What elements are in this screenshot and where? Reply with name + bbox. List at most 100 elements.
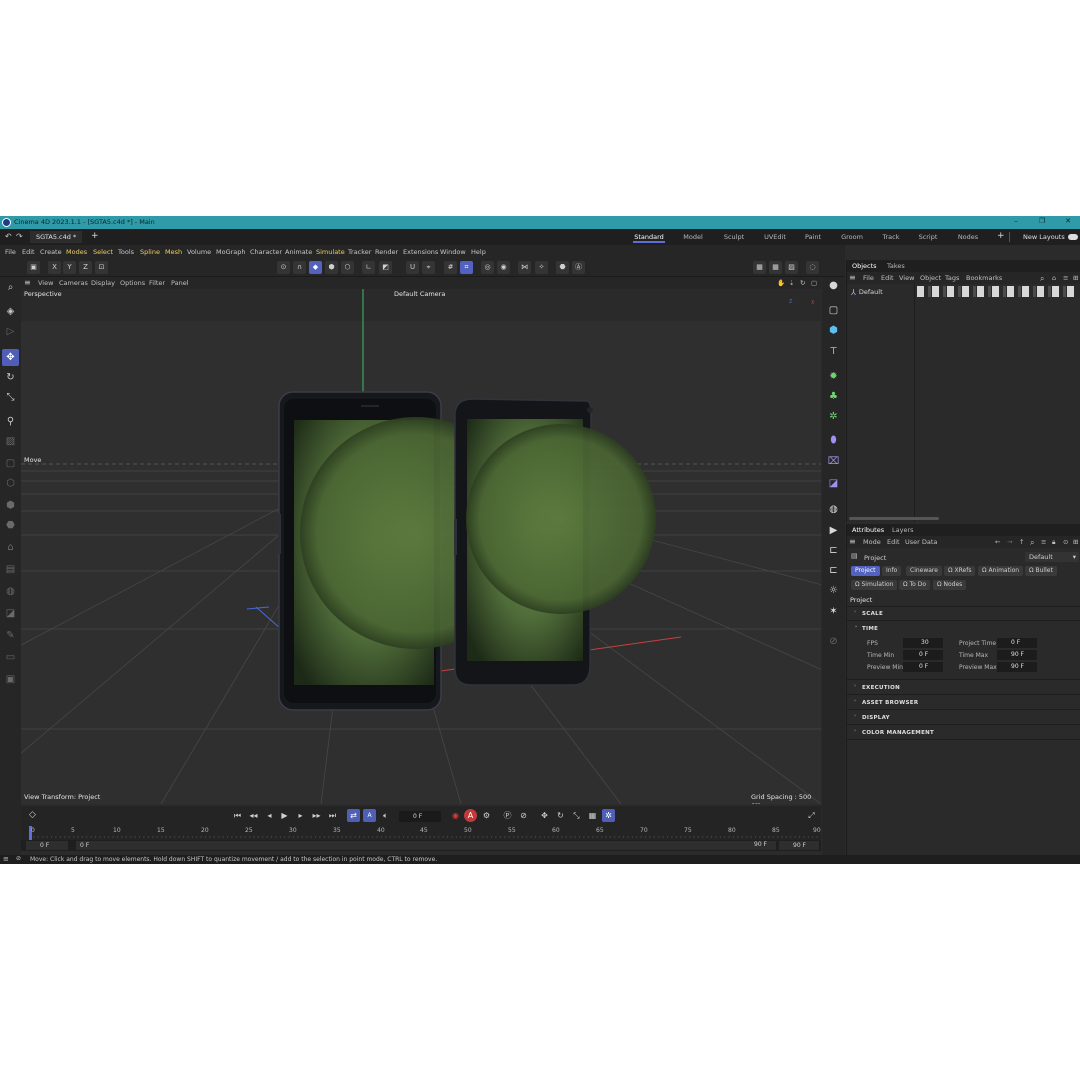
go-to-end-icon[interactable]: ⏭ — [326, 809, 339, 822]
bend-deformer-icon[interactable]: ⌧ — [825, 453, 842, 470]
new-layouts-toggle[interactable] — [1068, 234, 1078, 240]
viewport-camera[interactable]: Default Camera — [394, 290, 445, 298]
chevron-right-icon[interactable]: › — [854, 683, 856, 689]
camera-target-icon[interactable]: ⊏ — [825, 542, 842, 559]
y-axis-button[interactable]: Y — [63, 261, 76, 274]
menu-animate[interactable]: Animate — [285, 248, 312, 256]
section-color-management[interactable]: COLOR MANAGEMENT — [862, 730, 934, 736]
object-row-default[interactable]: ⅄ Default — [851, 287, 883, 297]
menu-file[interactable]: File — [5, 248, 16, 256]
stage-camera-icon[interactable]: ⊏ — [825, 562, 842, 579]
viewport-menu-options[interactable]: Options — [120, 279, 145, 287]
x-axis-button[interactable]: X — [48, 261, 61, 274]
viewport-menu-filter[interactable]: Filter — [149, 279, 165, 287]
attributes-menu-mode[interactable]: Mode — [863, 538, 881, 546]
menu-tracker[interactable]: Tracker — [348, 248, 371, 256]
uv-mode-icon[interactable]: ⬡ — [341, 261, 354, 274]
attributes-filter-icon[interactable]: ≡ — [1041, 538, 1046, 546]
search-icon[interactable]: ⌕ — [2, 279, 19, 296]
preview-min-field[interactable]: 0 F — [903, 662, 943, 672]
tab-xrefs[interactable]: Ω XRefs — [944, 566, 976, 576]
menu-spline[interactable]: Spline — [140, 248, 160, 256]
objects-menu-file[interactable]: File — [863, 274, 874, 282]
paint-tool-icon[interactable]: ◪ — [2, 605, 19, 622]
move-tool-icon[interactable]: ✥ — [2, 349, 19, 366]
spline-tool-icon[interactable]: ▭ — [2, 649, 19, 666]
attributes-menu-hamburger-icon[interactable]: ≡ — [849, 537, 856, 546]
objects-expand-icon[interactable]: ⊞ — [1073, 274, 1078, 282]
attributes-settings-icon[interactable]: ⊙ — [1063, 538, 1068, 546]
knife-tool-icon[interactable]: ⬡ — [2, 475, 19, 492]
tab-bullet[interactable]: Ω Bullet — [1025, 566, 1057, 576]
menu-create[interactable]: Create — [40, 248, 62, 256]
cloner-icon[interactable]: ♣ — [825, 388, 842, 405]
menu-help[interactable]: Help — [471, 248, 486, 256]
ffd-deformer-icon[interactable]: ◪ — [825, 475, 842, 492]
next-frame-icon[interactable]: ▸ — [294, 809, 307, 822]
viewport-maximize-icon[interactable]: ▢ — [811, 279, 817, 287]
magnet-snap-icon[interactable]: U — [406, 261, 419, 274]
section-display[interactable]: DISPLAY — [862, 715, 890, 721]
minimize-button[interactable]: – — [1003, 217, 1029, 228]
chevron-down-icon[interactable]: ⌄ — [854, 623, 858, 629]
viewport-orbit-icon[interactable]: ↻ — [800, 279, 805, 287]
snap-settings-icon[interactable]: ⌖ — [422, 261, 435, 274]
snap-axis-icon[interactable]: ∟ — [362, 261, 375, 274]
light-icon[interactable]: ☼ — [825, 582, 842, 599]
attributes-search-icon[interactable]: ⌕ — [1030, 538, 1034, 548]
timeline-scale-icon[interactable]: ⤢ — [805, 809, 818, 822]
locked-workplane-icon[interactable]: ◎ — [481, 261, 494, 274]
subdivision-surface-icon[interactable]: ✹ — [825, 368, 842, 385]
document-tab[interactable]: SGTA5.c4d * — [30, 231, 83, 243]
objects-menu-tags[interactable]: Tags — [945, 274, 959, 282]
z-axis-button[interactable]: Z — [79, 261, 92, 274]
brush-icon[interactable]: ⊘ — [825, 633, 842, 650]
text-object-icon[interactable]: T — [825, 343, 842, 360]
scale-tool-icon[interactable]: ⤡ — [2, 389, 19, 406]
objects-menu-bookmarks[interactable]: Bookmarks — [966, 274, 1002, 282]
tags-icon[interactable]: ✶ — [825, 603, 842, 620]
align-workplane-icon[interactable]: ◉ — [497, 261, 510, 274]
autokey-icon[interactable]: A — [464, 809, 477, 822]
objects-filter-icon[interactable]: ≡ — [1063, 274, 1068, 282]
lock-icon[interactable]: 🔒︎ — [1052, 538, 1055, 547]
solo-icon[interactable]: ◩ — [379, 261, 392, 274]
material-tags-strip[interactable] — [917, 286, 1077, 297]
objects-menu-object[interactable]: Object — [920, 274, 941, 282]
preset-dropdown[interactable]: Default ▾ — [1025, 552, 1079, 562]
playback-rate-icon[interactable]: A — [363, 809, 376, 822]
viewport-menu-cameras[interactable]: Cameras — [59, 279, 88, 287]
select-tool-icon[interactable]: ◈ — [2, 303, 19, 320]
null-object-icon[interactable]: ▢ — [825, 302, 842, 319]
render-view-icon[interactable]: ▦ — [753, 261, 766, 274]
tab-info[interactable]: Info — [882, 566, 902, 576]
layout-tab-standard[interactable]: Standard — [633, 232, 665, 243]
cube-icon[interactable]: ⬢ — [825, 322, 842, 339]
chevron-right-icon[interactable]: › — [854, 698, 856, 704]
key-move-icon[interactable]: ✥ — [538, 809, 551, 822]
menu-simulate[interactable]: Simulate — [316, 248, 345, 256]
back-arrow-icon[interactable]: ← — [995, 538, 1000, 546]
objects-search-icon[interactable]: ⌕ — [1040, 274, 1044, 284]
menu-window[interactable]: Window — [440, 248, 466, 256]
layout-tab-paint[interactable]: Paint — [801, 232, 825, 243]
sound-icon[interactable]: 🔈︎ — [379, 809, 392, 822]
3d-viewport[interactable]: Perspective Default Camera Move View Tra… — [21, 289, 821, 804]
menu-render[interactable]: Render — [375, 248, 398, 256]
tab-attributes[interactable]: Attributes — [852, 526, 884, 534]
attributes-menu-edit[interactable]: Edit — [887, 538, 900, 546]
redo-icon[interactable]: ↷ — [16, 232, 23, 241]
workplane-snap-icon[interactable]: ⌗ — [460, 261, 473, 274]
viewport-dolly-icon[interactable]: ⇣ — [789, 279, 794, 287]
viewport-menu-view[interactable]: View — [38, 279, 53, 287]
key-scale-icon[interactable]: ⤡ — [570, 809, 583, 822]
workplane-icon[interactable]: ▨ — [2, 433, 19, 450]
section-asset-browser[interactable]: ASSET BROWSER — [862, 700, 918, 706]
redshift-icon[interactable]: ◌ — [806, 261, 819, 274]
range-start-field[interactable]: 0 F — [26, 841, 68, 850]
menu-volume[interactable]: Volume — [187, 248, 211, 256]
attributes-menu-user-data[interactable]: User Data — [905, 538, 937, 546]
undo-icon[interactable]: ↶ — [5, 232, 12, 241]
tab-simulation[interactable]: Ω Simulation — [851, 580, 898, 590]
live-selection-icon[interactable]: ▷ — [2, 323, 19, 340]
